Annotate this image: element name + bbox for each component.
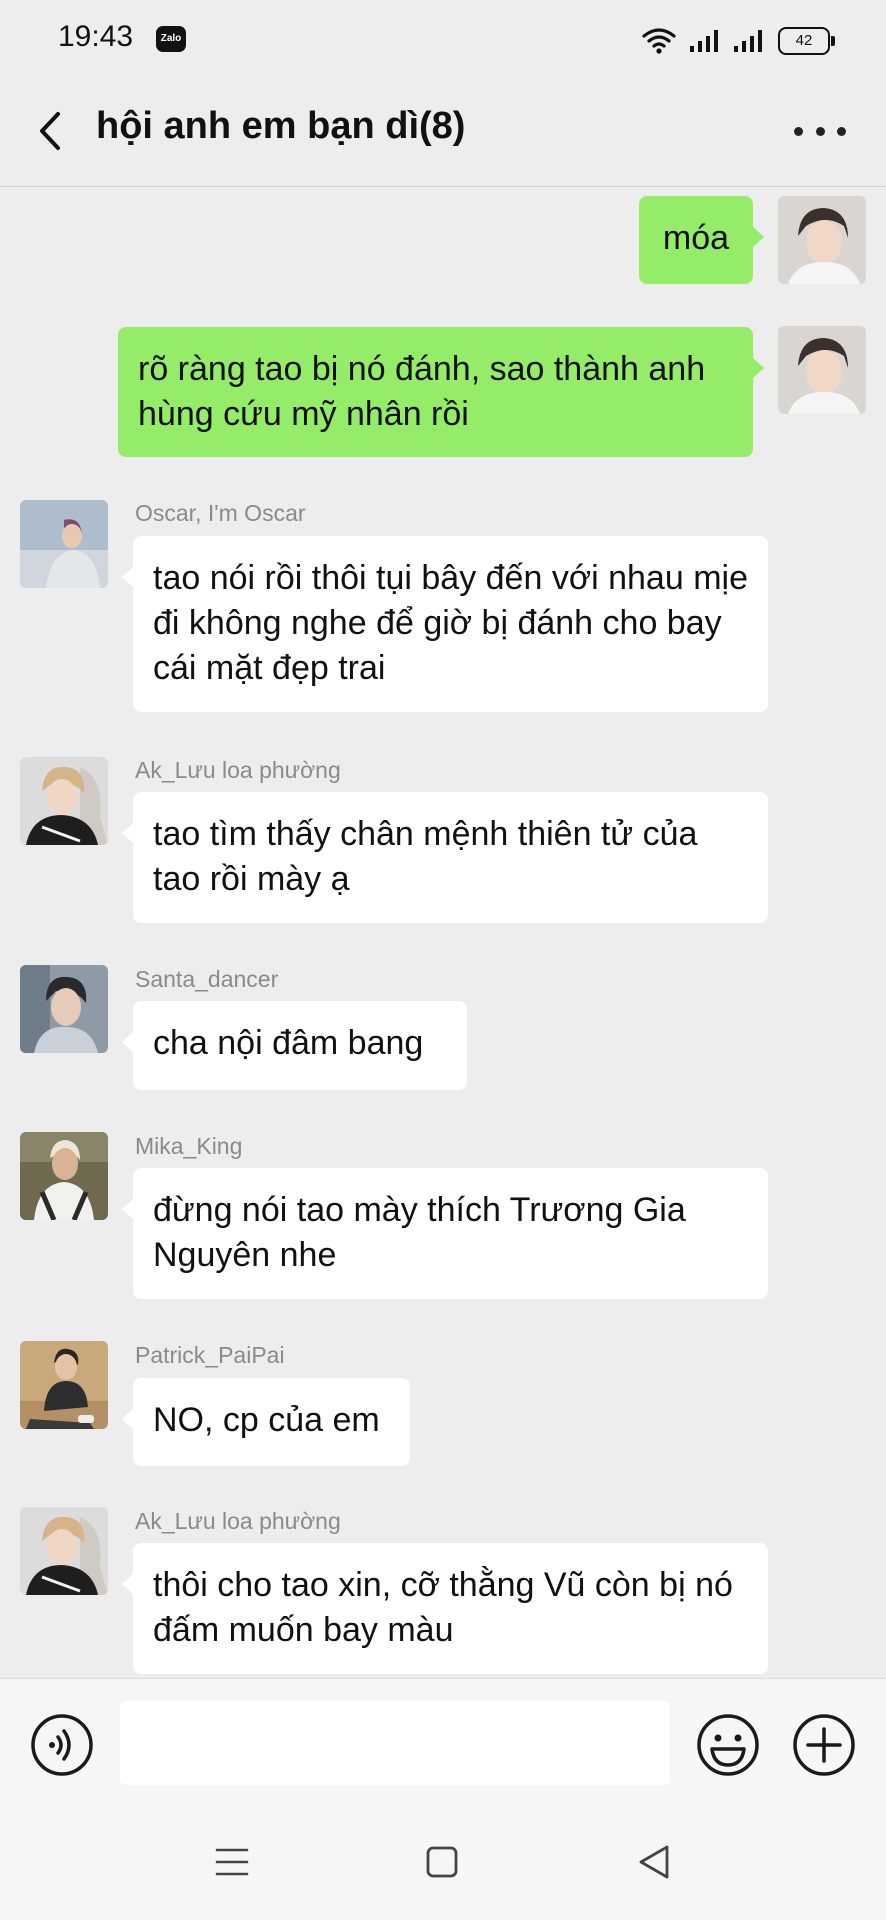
system-nav-bar bbox=[0, 1808, 886, 1920]
chevron-left-icon[interactable] bbox=[30, 106, 74, 156]
chat-input-bar bbox=[0, 1678, 886, 1809]
sender-name: Oscar, I'm Oscar bbox=[135, 500, 306, 526]
sender-name: Patrick_PaiPai bbox=[135, 1342, 285, 1368]
back-triangle-icon[interactable] bbox=[636, 1842, 672, 1882]
avatar-self[interactable] bbox=[778, 326, 866, 414]
signal-icon-2 bbox=[734, 28, 764, 54]
message-bubble[interactable]: đừng nói tao mày thích Trương Gia Nguyên… bbox=[122, 1168, 768, 1299]
plus-circle-icon[interactable] bbox=[792, 1713, 856, 1777]
avatar-patrick[interactable] bbox=[20, 1341, 108, 1429]
status-icons: 42 bbox=[642, 24, 835, 58]
avatar-self[interactable] bbox=[778, 196, 866, 284]
signal-icon bbox=[690, 28, 720, 54]
chat-title[interactable]: hội anh em bạn dì(8) bbox=[96, 105, 465, 148]
home-square-icon[interactable] bbox=[424, 1844, 460, 1880]
avatar-santa[interactable] bbox=[20, 965, 108, 1053]
message-bubble[interactable]: móa bbox=[639, 196, 764, 284]
sender-name: Santa_dancer bbox=[135, 966, 279, 992]
status-time: 19:43 bbox=[58, 20, 134, 53]
voice-wave-icon[interactable] bbox=[30, 1713, 94, 1777]
avatar-ak-luu[interactable] bbox=[20, 757, 108, 845]
menu-icon[interactable] bbox=[214, 1844, 250, 1880]
message-list[interactable]: móa rõ ràng tao bị nó đánh, sao thành an… bbox=[0, 188, 886, 1676]
avatar-mika[interactable] bbox=[20, 1132, 108, 1220]
chat-header: hội anh em bạn dì(8) bbox=[0, 78, 886, 187]
wifi-icon bbox=[642, 27, 676, 55]
sender-name: Ak_Lưu loa phường bbox=[135, 757, 341, 783]
sender-name: Ak_Lưu loa phường bbox=[135, 1508, 341, 1534]
message-bubble[interactable]: cha nội đâm bang bbox=[122, 1001, 467, 1090]
zalo-notification-icon: Zalo bbox=[156, 26, 186, 52]
avatar-oscar[interactable] bbox=[20, 500, 108, 588]
message-bubble[interactable]: rõ ràng tao bị nó đánh, sao thành anh hù… bbox=[118, 327, 764, 457]
message-bubble[interactable]: thôi cho tao xin, cỡ thằng Vũ còn bị nó … bbox=[122, 1543, 768, 1674]
avatar-ak-luu[interactable] bbox=[20, 1507, 108, 1595]
battery-icon: 42 bbox=[778, 27, 835, 55]
message-bubble[interactable]: tao nói rồi thôi tụi bây đến với nhau mị… bbox=[122, 536, 768, 712]
status-bar: 19:43 Zalo 42 bbox=[0, 0, 886, 78]
sender-name: Mika_King bbox=[135, 1133, 243, 1159]
message-bubble[interactable]: tao tìm thấy chân mệnh thiên tử của tao … bbox=[122, 792, 768, 923]
message-bubble[interactable]: NO, cp của em bbox=[122, 1378, 410, 1466]
smiley-icon[interactable] bbox=[696, 1713, 760, 1777]
more-dots-icon[interactable] bbox=[794, 116, 846, 146]
message-input[interactable] bbox=[120, 1701, 670, 1785]
